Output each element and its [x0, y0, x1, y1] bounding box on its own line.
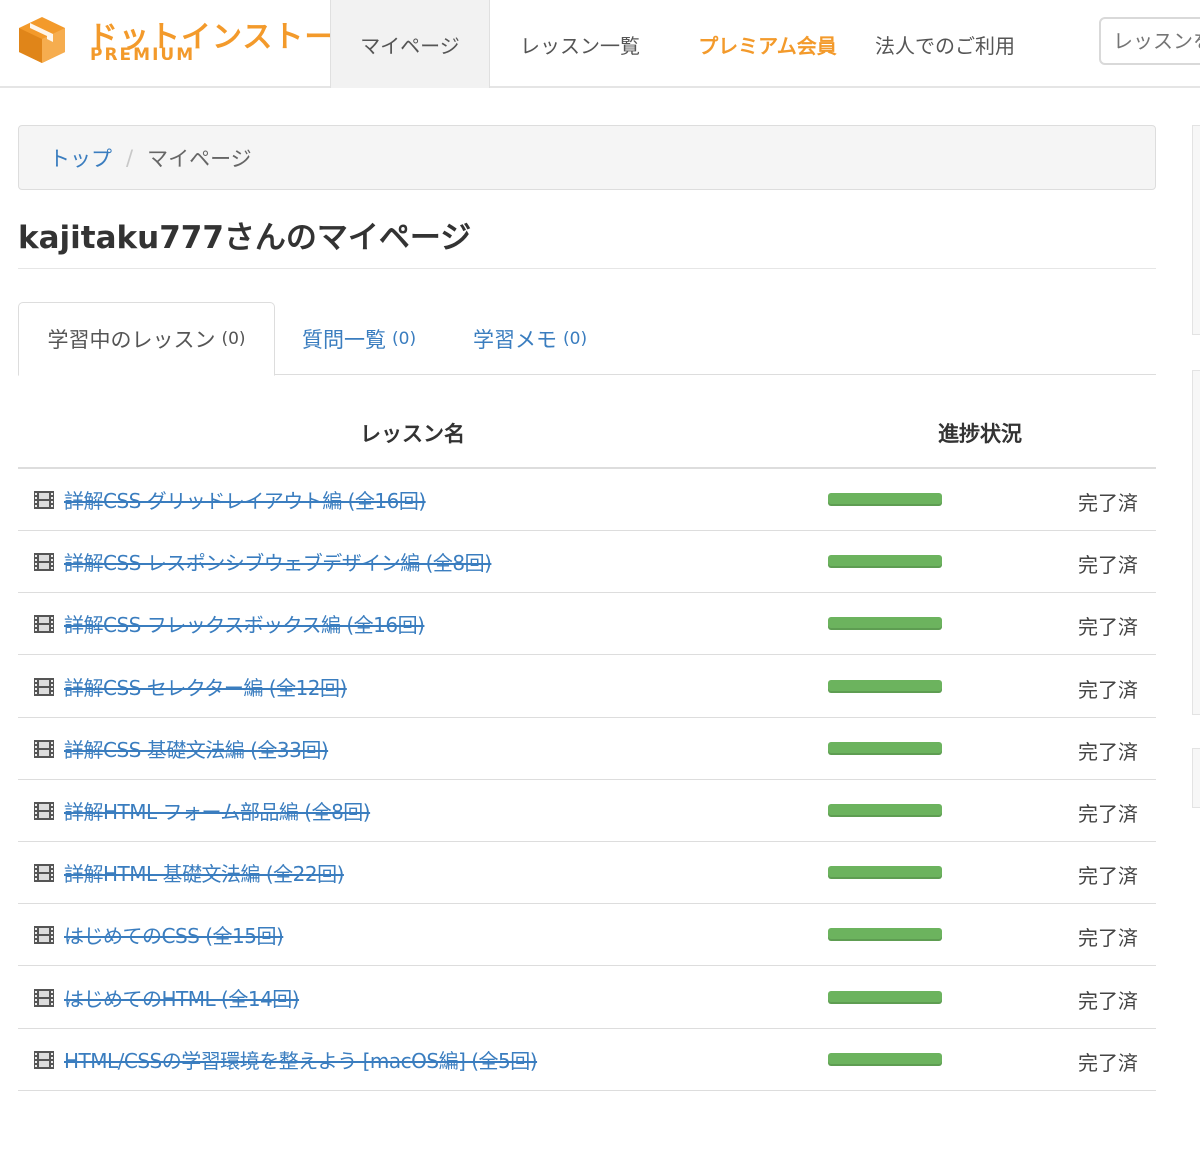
film-icon [34, 802, 54, 820]
status-label: 完了済 [1078, 739, 1138, 764]
nav-business[interactable]: 法人でのご利用 [865, 0, 1025, 88]
page-title: kajitaku777さんのマイページ [18, 220, 472, 256]
status-label: 完了済 [1078, 491, 1138, 515]
table-row: はじめてのCSS (全15回) 完了済 [18, 904, 1156, 967]
status-label: 完了済 [1078, 1050, 1138, 1075]
table-row: 詳解CSS グリッドレイアウト編 (全16回) 完了済 [18, 469, 1156, 531]
main-nav: マイページ レッスン一覧 プレミアム会員 法人でのご利用 [330, 0, 1025, 88]
table-row: 詳解CSS フレックスボックス編 (全16回) 完了済 [18, 593, 1156, 656]
sidebar-panel-edge [1192, 370, 1200, 715]
progress-bar [828, 990, 942, 1004]
lesson-link[interactable]: 詳解CSS グリッドレイアウト編 (全16回) [64, 485, 426, 514]
progress-bar [828, 804, 942, 817]
progress-bar [828, 866, 942, 880]
tab-label: 学習メモ [473, 327, 557, 352]
progress-bar [828, 1052, 942, 1066]
progress-bar [828, 928, 942, 942]
film-icon [34, 553, 54, 572]
table-row: HTML/CSSの学習環境を整えよう [macOS編] (全5回) 完了済 [18, 1029, 1156, 1091]
film-icon [34, 1050, 54, 1069]
tab-count: (0) [563, 328, 588, 349]
table-row: 詳解HTML 基礎文法編 (全22回) 完了済 [18, 842, 1156, 905]
progress-bar [828, 555, 942, 569]
film-icon [34, 491, 54, 509]
status-label: 完了済 [1078, 802, 1138, 826]
tab-bar: 学習中のレッスン (0) 質問一覧 (0) 学習メモ (0) [18, 302, 1156, 376]
status-label: 完了済 [1078, 615, 1138, 640]
breadcrumb: トップ / マイページ [18, 125, 1156, 190]
table-row: はじめてのHTML (全14回) 完了済 [18, 967, 1156, 1029]
lesson-link[interactable]: はじめてのCSS (全15回) [64, 920, 284, 949]
lesson-link[interactable]: HTML/CSSの学習環境を整えよう [macOS編] (全5回) [64, 1045, 538, 1074]
breadcrumb-home-link[interactable]: トップ [49, 143, 112, 173]
film-icon [34, 615, 54, 634]
table-row: 詳解CSS レスポンシブウェブデザイン編 (全8回) 完了済 [18, 531, 1156, 594]
lesson-link[interactable]: 詳解CSS セレクター編 (全12回) [64, 672, 347, 701]
nav-lessons[interactable]: レッスン一覧 [490, 0, 670, 88]
status-label: 完了済 [1078, 553, 1138, 578]
sidebar-panel-edge [1192, 748, 1200, 808]
status-label: 完了済 [1078, 988, 1138, 1013]
breadcrumb-separator: / [126, 145, 134, 170]
progress-bar [828, 679, 942, 693]
table-row: 詳解HTML フォーム部品編 (全8回) 完了済 [18, 780, 1156, 842]
nav-mypage[interactable]: マイページ [330, 0, 490, 88]
film-icon [34, 677, 54, 696]
sidebar-panel-edge [1192, 125, 1200, 335]
status-label: 完了済 [1078, 677, 1138, 702]
column-header-progress: 進捗状況 [938, 422, 1022, 446]
tab-questions[interactable]: 質問一覧 (0) [302, 302, 416, 375]
lesson-link[interactable]: 詳解CSS 基礎文法編 (全33回) [64, 734, 329, 763]
tab-label: 学習中のレッスン [47, 328, 216, 352]
site-logo[interactable]: ドットインストール PREMIUM [16, 12, 365, 72]
film-icon [34, 988, 54, 1007]
divider [18, 268, 1156, 269]
progress-bar [828, 493, 942, 506]
tab-label: 質問一覧 [302, 327, 386, 352]
status-label: 完了済 [1078, 926, 1138, 951]
column-header-lesson-name: レッスン名 [360, 422, 465, 446]
lesson-link[interactable]: 詳解CSS フレックスボックス編 (全16回) [64, 609, 425, 638]
film-icon [34, 926, 54, 945]
progress-bar [828, 741, 942, 755]
search-input[interactable] [1099, 17, 1200, 65]
tab-learning[interactable]: 学習中のレッスン (0) [18, 302, 275, 376]
box-icon [19, 17, 65, 63]
nav-premium[interactable]: プレミアム会員 [670, 0, 865, 88]
lesson-link[interactable]: 詳解HTML フォーム部品編 (全8回) [64, 796, 371, 825]
film-icon [34, 864, 54, 883]
tab-count: (0) [392, 328, 417, 349]
film-icon [34, 739, 54, 758]
lesson-link[interactable]: はじめてのHTML (全14回) [64, 983, 300, 1012]
breadcrumb-current: マイページ [147, 146, 252, 171]
table-row: 詳解CSS セレクター編 (全12回) 完了済 [18, 656, 1156, 718]
lesson-link[interactable]: 詳解CSS レスポンシブウェブデザイン編 (全8回) [64, 547, 492, 576]
site-header: ドットインストール PREMIUM マイページ レッスン一覧 プレミアム会員 法… [0, 0, 1200, 88]
lesson-link[interactable]: 詳解HTML 基礎文法編 (全22回) [64, 858, 344, 887]
status-label: 完了済 [1078, 864, 1138, 889]
logo-subtitle: PREMIUM [90, 45, 196, 65]
progress-bar [828, 617, 942, 631]
tab-memos[interactable]: 学習メモ (0) [473, 302, 587, 375]
tab-count: (0) [221, 329, 246, 349]
table-row: 詳解CSS 基礎文法編 (全33回) 完了済 [18, 718, 1156, 780]
